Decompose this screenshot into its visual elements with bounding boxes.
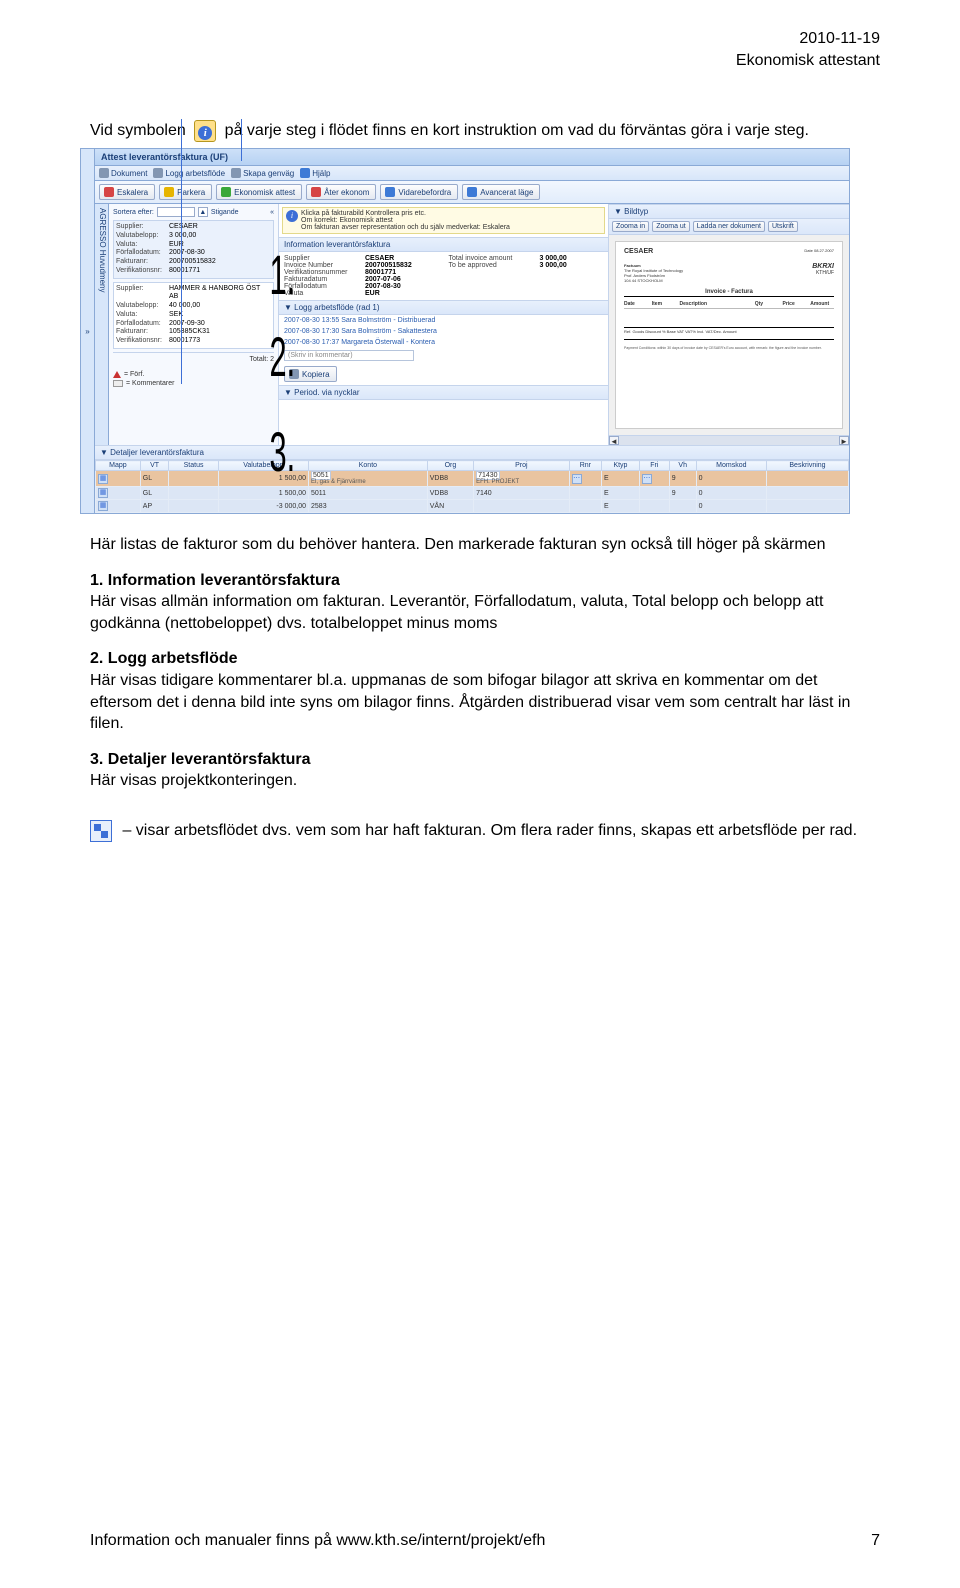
- comment-icon: [113, 380, 123, 387]
- log-entry: 2007-08-30 17:30 Sara Bolmström - Sakatt…: [279, 326, 608, 337]
- invoice-preview[interactable]: CESAER Factuum The Royal Institute of Te…: [609, 235, 849, 435]
- comment-input[interactable]: (Skriv in kommentar): [284, 350, 414, 361]
- scrollbar[interactable]: ◄►: [609, 435, 849, 445]
- center-column: i Klicka på fakturabild Kontrollera pris…: [279, 204, 609, 445]
- sort-label: Sortera efter:: [113, 209, 154, 216]
- section-heading-2: 2. Logg arbetsflöde: [90, 650, 238, 667]
- workflow-icon: [90, 820, 112, 842]
- details-header: ▼ Detaljer leverantörsfaktura: [95, 446, 849, 460]
- log-entry: 2007-08-30 13:55 Sara Bolmström - Distri…: [279, 315, 608, 326]
- log-panel-header: ▼ Logg arbetsflöde (rad 1): [279, 300, 608, 315]
- log-entry: 2007-08-30 17:37 Margareta Österwall - K…: [279, 337, 608, 348]
- paragraph: Här listas de fakturor som du behöver ha…: [90, 534, 880, 556]
- image-column: ▼ Bildtyp Zooma in Zooma ut Ladda ner do…: [609, 204, 849, 445]
- total-count: Totalt: 2: [113, 352, 274, 363]
- info-panel-body: SupplierCESAERInvoice Number200700515832…: [279, 252, 608, 300]
- image-toolbar: Zooma in Zooma ut Ladda ner dokument Uts…: [609, 219, 849, 235]
- sort-dir-button[interactable]: ▲: [198, 207, 208, 217]
- info-icon: i: [286, 210, 298, 222]
- invoice-list-item[interactable]: Supplier:CESAERValutabelopp:3 000,00Valu…: [113, 220, 274, 279]
- sort-select[interactable]: [157, 207, 195, 217]
- image-panel-header: ▼ Bildtyp: [609, 204, 849, 219]
- details-row[interactable]: ▦GL1 500,005011VDB87140E90: [96, 487, 849, 500]
- section-heading-1: 1. Information leverantörsfaktura: [90, 572, 340, 589]
- details-row[interactable]: ▦GL1 500,005051El, gas & FjärrvärmeVDB87…: [96, 471, 849, 487]
- body-text: Här listas de fakturor som du behöver ha…: [90, 534, 880, 842]
- parkera-button[interactable]: Parkera: [159, 184, 212, 200]
- window-title: Attest leverantörsfaktura (UF): [95, 149, 849, 166]
- menu-genvag[interactable]: Skapa genväg: [231, 168, 294, 178]
- header-date: 2010-11-19: [736, 28, 880, 50]
- menu-logg[interactable]: Logg arbetsflöde: [153, 168, 225, 178]
- menu-dokument[interactable]: Dokument: [99, 168, 147, 178]
- side-tab[interactable]: AGRESSO Huvudmeny: [95, 204, 109, 445]
- info-panel-header: Information leverantörsfaktura: [279, 237, 608, 252]
- section-heading-3: 3. Detaljer leverantörsfaktura: [90, 751, 311, 768]
- zoom-in-button[interactable]: Zooma in: [612, 221, 649, 232]
- details-row[interactable]: ▦AP-3 000,002583VÅNE0: [96, 500, 849, 513]
- invoice-list: Sortera efter: ▲ Stigande « Supplier:CES…: [109, 204, 279, 445]
- footer-left: Information och manualer finns på www.kt…: [90, 1532, 545, 1550]
- pointer-line-1: [241, 119, 242, 161]
- legend: = Förf. = Kommentarer: [113, 371, 274, 387]
- header-title: Ekonomisk attestant: [736, 50, 880, 72]
- invoice-list-item[interactable]: Supplier:HAMMER & HANBORG ÖST ABValutabe…: [113, 282, 274, 349]
- menu-hjalp[interactable]: Hjälp: [300, 168, 330, 178]
- vidarebefordra-button[interactable]: Vidarebefordra: [380, 184, 458, 200]
- ater-ekonom-button[interactable]: Åter ekonom: [306, 184, 376, 200]
- print-button[interactable]: Utskrift: [768, 221, 798, 232]
- page-number: 7: [871, 1532, 880, 1550]
- info-icon: i: [194, 120, 216, 142]
- hint-box: i Klicka på fakturabild Kontrollera pris…: [282, 207, 605, 234]
- period-panel-header[interactable]: ▼ Period. via nycklar: [279, 385, 608, 400]
- action-toolbar: Eskalera Parkera Ekonomisk attest Åter e…: [95, 181, 849, 204]
- intro-text: Vid symbolen i på varje steg i flödet fi…: [90, 120, 880, 142]
- callout-1: 1.: [270, 242, 296, 307]
- zoom-out-button[interactable]: Zooma ut: [652, 221, 690, 232]
- warning-icon: [113, 371, 121, 378]
- ekonomisk-attest-button[interactable]: Ekonomisk attest: [216, 184, 302, 200]
- eskalera-button[interactable]: Eskalera: [99, 184, 155, 200]
- callout-2: 2.: [270, 324, 296, 389]
- details-section: ▼ Detaljer leverantörsfaktura MappVTStat…: [95, 445, 849, 513]
- app-screenshot: 1. 2. 3. » Attest leverantörsfaktura (UF…: [80, 148, 850, 514]
- pointer-line-2: [181, 119, 182, 384]
- page-header: 2010-11-19 Ekonomisk attestant: [736, 28, 880, 71]
- page-footer: Information och manualer finns på www.kt…: [90, 1532, 880, 1550]
- callout-3: 3.: [270, 419, 296, 484]
- menubar: Dokument Logg arbetsflöde Skapa genväg H…: [95, 166, 849, 181]
- details-table: MappVTStatusValutabeloppKontoOrgProjRnrK…: [95, 460, 849, 513]
- avancerat-lage-button[interactable]: Avancerat läge: [462, 184, 540, 200]
- download-button[interactable]: Ladda ner dokument: [693, 221, 765, 232]
